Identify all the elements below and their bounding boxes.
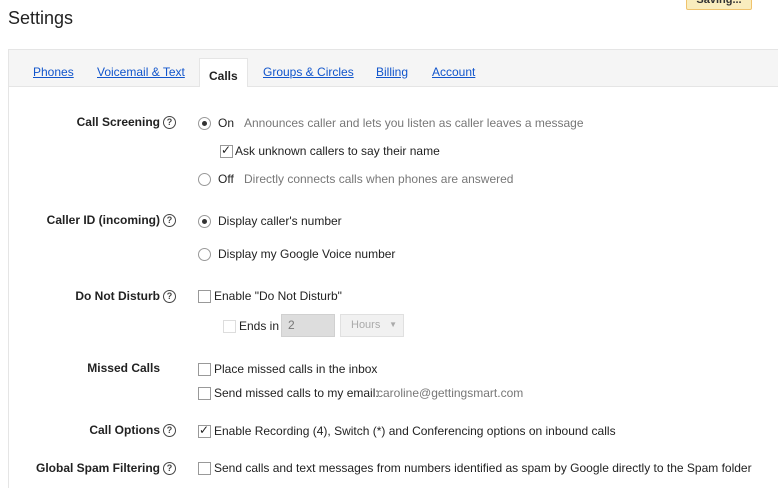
- chevron-down-icon: ▼: [389, 320, 397, 329]
- missed-calls-inbox-checkbox[interactable]: [198, 363, 211, 376]
- tab-bar: Phones Voicemail & Text Calls Groups & C…: [8, 49, 778, 88]
- display-caller-number-radio[interactable]: [198, 215, 211, 228]
- call-screening-on-radio[interactable]: [198, 117, 211, 130]
- page-title: Settings: [8, 8, 74, 28]
- help-icon[interactable]: ?: [163, 116, 176, 129]
- spam-filter-checkbox[interactable]: [198, 462, 211, 475]
- missed-calls-label: Missed Calls: [87, 361, 160, 375]
- enable-dnd-label: Enable "Do Not Disturb": [214, 289, 342, 303]
- tab-voicemail-text[interactable]: Voicemail & Text: [97, 65, 185, 79]
- missed-calls-inbox-label: Place missed calls in the inbox: [214, 362, 378, 376]
- call-screening-off-desc: Directly connects calls when phones are …: [244, 172, 514, 186]
- tab-account[interactable]: Account: [432, 65, 475, 79]
- display-gv-number-label: Display my Google Voice number: [218, 247, 396, 261]
- ends-in-input[interactable]: 2: [281, 314, 335, 337]
- help-icon[interactable]: ?: [163, 462, 176, 475]
- saving-badge: Saving...: [686, 0, 752, 10]
- tab-phones[interactable]: Phones: [33, 65, 74, 79]
- tab-groups-circles[interactable]: Groups & Circles: [263, 65, 354, 79]
- tab-billing[interactable]: Billing: [376, 65, 408, 79]
- ends-in-unit-value: Hours: [351, 319, 381, 331]
- missed-calls-email-label: Send missed calls to my email:: [214, 386, 379, 400]
- ask-unknown-callers-label: Ask unknown callers to say their name: [235, 144, 440, 158]
- missed-calls-email-value: caroline@gettingsmart.com: [377, 386, 524, 400]
- tab-calls[interactable]: Calls: [199, 58, 248, 88]
- call-options-label: Call Options?: [20, 423, 176, 437]
- enable-recording-label: Enable Recording (4), Switch (*) and Con…: [214, 424, 616, 438]
- call-screening-off-label: Off: [218, 172, 234, 186]
- call-screening-on-label: On: [218, 116, 235, 130]
- help-icon[interactable]: ?: [163, 290, 176, 303]
- display-caller-number-label: Display caller's number: [218, 214, 342, 228]
- ends-in-label: Ends in: [239, 319, 280, 333]
- enable-dnd-checkbox[interactable]: [198, 290, 211, 303]
- do-not-disturb-label: Do Not Disturb?: [20, 289, 176, 303]
- spam-filtering-label: Global Spam Filtering?: [20, 461, 176, 475]
- missed-calls-email-checkbox[interactable]: [198, 387, 211, 400]
- help-icon[interactable]: ?: [163, 424, 176, 437]
- ends-in-checkbox[interactable]: [223, 320, 236, 333]
- ask-unknown-callers-checkbox[interactable]: [220, 143, 233, 158]
- help-icon[interactable]: ?: [163, 214, 176, 227]
- spam-filter-label: Send calls and text messages from number…: [214, 461, 752, 475]
- caller-id-label: Caller ID (incoming)?: [20, 213, 176, 227]
- call-screening-label: Call Screening?: [20, 115, 176, 129]
- call-screening-on-desc: Announces caller and lets you listen as …: [244, 116, 584, 130]
- display-gv-number-radio[interactable]: [198, 248, 211, 261]
- enable-recording-checkbox[interactable]: [198, 423, 211, 438]
- ends-in-unit-select[interactable]: Hours ▼: [340, 314, 404, 337]
- call-screening-off-radio[interactable]: [198, 173, 211, 186]
